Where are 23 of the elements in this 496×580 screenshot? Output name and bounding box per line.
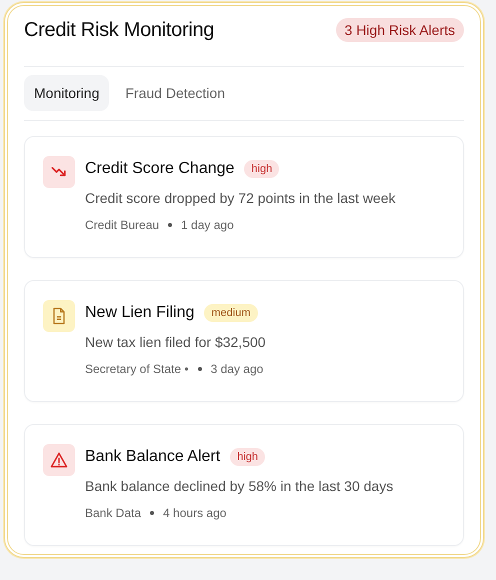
separator-dot-icon: [150, 511, 154, 515]
alert-source: Bank Data: [85, 506, 142, 520]
alert-title: Bank Balance Alert: [85, 448, 220, 466]
severity-badge: medium: [204, 304, 258, 322]
severity-badge: high: [244, 160, 280, 178]
alert-title: Credit Score Change: [85, 160, 234, 178]
alert-description: Credit score dropped by 72 points in the last week: [85, 190, 396, 206]
warning-icon: [49, 450, 69, 470]
alert-time: 1 day ago: [181, 218, 234, 232]
tab[interactable]: Monitoring: [24, 75, 110, 111]
separator-dot-icon: [198, 367, 202, 371]
separator-dot-icon: [168, 223, 172, 227]
alert-count-badge: 3 High Risk Alerts: [336, 18, 464, 42]
alert-description: New tax lien filed for $32,500: [85, 334, 266, 350]
panel-title: Credit Risk Monitoring: [24, 18, 214, 42]
alert-time: 4 hours ago: [163, 506, 226, 520]
alert-source: Secretary of State •: [85, 362, 189, 376]
alert-description: Bank balance declined by 58% in the last 30 days: [85, 478, 394, 494]
severity-badge: high: [230, 448, 265, 466]
alert-title: New Lien Filing: [85, 304, 194, 322]
alert-time: 3 day ago: [210, 362, 264, 376]
alert-source: Credit Bureau: [85, 218, 160, 232]
tab[interactable]: Fraud Detection: [115, 75, 235, 111]
